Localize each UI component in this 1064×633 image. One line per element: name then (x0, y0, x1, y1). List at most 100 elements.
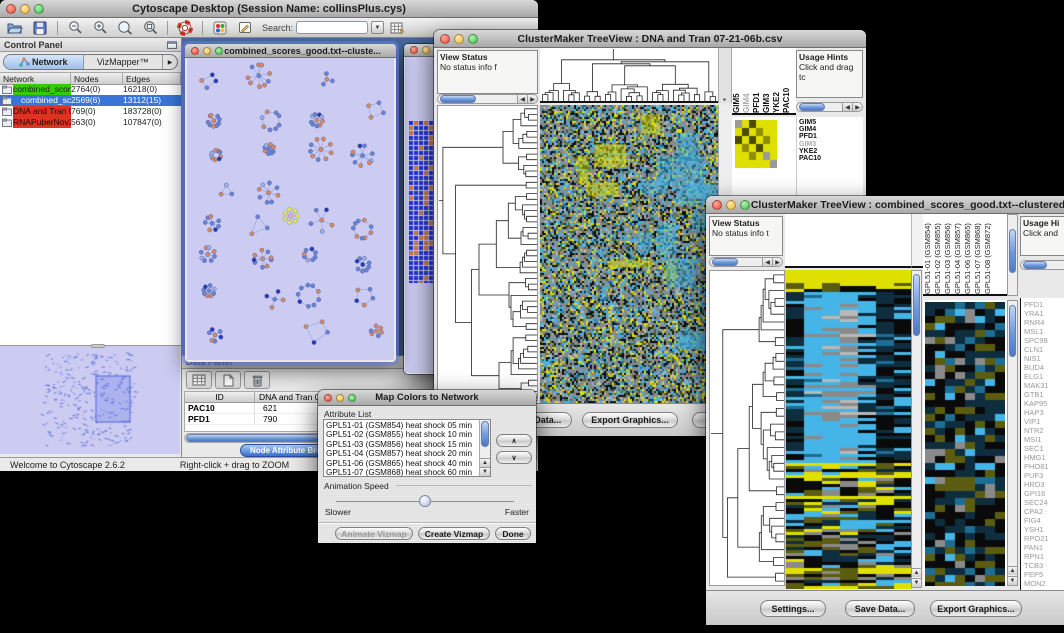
gene-label[interactable]: MSL1 (1024, 327, 1064, 336)
gene-label[interactable]: NIS1 (1024, 354, 1064, 363)
column-label[interactable]: GPL51-06 (GSM865) (963, 214, 973, 294)
minimize-icon[interactable] (726, 200, 736, 210)
treeview2-titlebar[interactable]: ClusterMaker TreeView : combined_scores_… (706, 196, 1064, 214)
gene-label[interactable]: PFD1 (799, 133, 863, 140)
gene-label[interactable]: SEC1 (1024, 444, 1064, 453)
usage-hints-hscrollbar[interactable]: ◀ ▶ (796, 102, 863, 112)
gene-label[interactable]: GIM4 (799, 126, 863, 133)
scroll-left-icon[interactable]: ◀ (517, 95, 527, 103)
network-window-titlebar[interactable]: combined_scores_good.txt--cluste... (185, 44, 396, 58)
attribute-list-vscrollbar[interactable]: ▲ ▼ (479, 420, 490, 476)
plugin-manager-button[interactable] (209, 19, 231, 36)
search-input[interactable] (296, 21, 368, 34)
view-status-hscrollbar[interactable]: ◀ ▶ (437, 94, 538, 104)
labels-vscrollbar[interactable] (1007, 214, 1018, 296)
splitter-strip[interactable]: ▸ (718, 48, 732, 103)
gene-label[interactable]: PUF3 (1024, 471, 1064, 480)
open-session-button[interactable] (4, 19, 26, 36)
gene-label[interactable]: TCB3 (1024, 561, 1064, 570)
column-dendrogram-area[interactable] (785, 214, 911, 268)
help-lifering-icon[interactable] (174, 19, 196, 36)
minimize-icon[interactable] (336, 394, 344, 402)
gene-label[interactable]: HRD3 (1024, 480, 1064, 489)
done-button[interactable]: Done (495, 527, 531, 540)
slider-thumb[interactable] (419, 495, 431, 507)
scroll-down-icon[interactable]: ▼ (912, 578, 921, 587)
gene-label[interactable]: RNR4 (1024, 318, 1064, 327)
animate-vizmap-button[interactable]: Animate Vizmap (335, 527, 413, 540)
zoom-window-icon[interactable] (468, 34, 478, 44)
usage-hints-hscrollbar[interactable] (1020, 260, 1064, 270)
gene-label[interactable]: HMG1 (1024, 453, 1064, 462)
column-label[interactable]: YKE2 (772, 48, 782, 113)
zoom-heatmap[interactable] (925, 302, 1005, 586)
network-list-item[interactable]: combined_scores_ 2764(0) 16218(0) (0, 84, 181, 95)
scroll-up-icon[interactable]: ▲ (1008, 566, 1017, 575)
column-label[interactable]: GIM4 (742, 48, 752, 113)
column-label[interactable]: GPL51-03 (GSM856) (943, 214, 953, 294)
gene-label[interactable]: PEP5 (1024, 570, 1064, 579)
scroll-left-icon[interactable]: ◀ (842, 103, 852, 111)
scrollbar-thumb[interactable] (1009, 229, 1016, 273)
column-dendrogram[interactable] (540, 48, 718, 103)
heatmap-main[interactable] (540, 105, 718, 403)
gene-label[interactable]: FIG4 (1024, 516, 1064, 525)
scroll-right-icon[interactable]: ▶ (852, 103, 862, 111)
gene-label[interactable]: SEC24 (1024, 498, 1064, 507)
column-label[interactable]: GPL51-04 (GSM857) (953, 214, 963, 294)
close-icon[interactable] (324, 394, 332, 402)
gene-label[interactable]: YRA1 (1024, 309, 1064, 318)
close-icon[interactable] (191, 47, 199, 55)
gene-label[interactable]: MON2 (1024, 579, 1064, 588)
gene-label[interactable]: MAK31 (1024, 381, 1064, 390)
float-panel-icon[interactable] (167, 41, 177, 49)
window-controls[interactable] (191, 47, 223, 55)
zoom-fit-button[interactable] (139, 19, 161, 36)
column-label[interactable]: GPL51-08 (GSM872) (983, 214, 993, 294)
network-list-item[interactable]: combined_sco 2569(6) 13112(15) (0, 95, 181, 106)
correlation-mini-heatmap[interactable] (735, 120, 777, 168)
annotation-button[interactable] (234, 19, 256, 36)
scroll-up-icon[interactable]: ▲ (912, 568, 921, 577)
gene-label[interactable]: YSH1 (1024, 525, 1064, 534)
tab-vizmapper[interactable]: VizMapper™ (84, 55, 164, 69)
gene-label[interactable]: GIM5 (799, 119, 863, 126)
new-attribute-button[interactable] (215, 371, 241, 389)
attribute-list-item[interactable]: GPL51-06 (GSM865) heat shock 40 min (324, 459, 490, 468)
select-attributes-button[interactable] (186, 371, 212, 389)
move-up-button[interactable]: ∧ (496, 434, 532, 447)
gene-label[interactable]: NTR2 (1024, 426, 1064, 435)
gene-label[interactable]: VIP1 (1024, 417, 1064, 426)
treeview1-titlebar[interactable]: ClusterMaker TreeView : DNA and Tran 07-… (434, 30, 866, 48)
tab-network[interactable]: Network (4, 55, 84, 69)
close-icon[interactable] (712, 200, 722, 210)
minimize-icon[interactable] (454, 34, 464, 44)
delete-attribute-button[interactable] (244, 371, 270, 389)
gene-label[interactable]: GIM3 (799, 141, 863, 148)
scroll-down-icon[interactable]: ▼ (1008, 576, 1017, 585)
scrollbar-thumb[interactable] (440, 95, 476, 103)
attribute-list-item[interactable]: GPL51-04 (GSM857) heat shock 20 min (324, 449, 490, 458)
attribute-list-item[interactable]: GPL51-03 (GSM856) heat shock 15 min (324, 440, 490, 449)
gene-label[interactable]: KAP95 (1024, 399, 1064, 408)
window-controls[interactable] (440, 34, 478, 44)
zoom-window-icon[interactable] (348, 394, 356, 402)
heatmap-vscrollbar[interactable]: ▲ ▼ (911, 270, 922, 588)
settings-button[interactable]: Settings... (760, 600, 826, 617)
gene-label[interactable]: RPN1 (1024, 552, 1064, 561)
scrollbar-thumb[interactable] (799, 103, 825, 111)
gene-label[interactable]: MSI1 (1024, 435, 1064, 444)
network-graph[interactable] (187, 58, 394, 360)
close-icon[interactable] (440, 34, 450, 44)
gene-label[interactable]: PFD1 (1024, 300, 1064, 309)
tab-overflow-arrow[interactable]: ▶ (163, 55, 177, 69)
gene-label[interactable]: CPA2 (1024, 507, 1064, 516)
window-controls[interactable] (6, 4, 44, 14)
close-icon[interactable] (410, 46, 418, 54)
gene-label[interactable]: PHO81 (1024, 462, 1064, 471)
column-label[interactable]: GIM3 (762, 48, 772, 113)
row-dendrogram[interactable] (709, 270, 785, 586)
column-label[interactable]: PAC10 (782, 48, 792, 113)
gene-label[interactable]: CLN1 (1024, 345, 1064, 354)
close-icon[interactable] (6, 4, 16, 14)
